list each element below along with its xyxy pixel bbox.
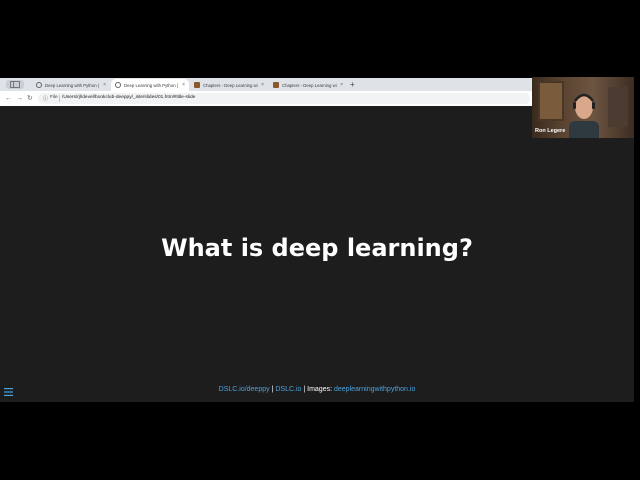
globe-icon <box>36 82 42 88</box>
close-icon[interactable]: × <box>261 82 264 88</box>
tab-chapters-1[interactable]: Chapters - Deep Learning wi × <box>190 79 268 91</box>
book-icon <box>194 82 200 88</box>
new-tab-button[interactable]: + <box>350 79 355 90</box>
tab-title: Deep Learning with Python ( <box>124 82 179 88</box>
slide-viewport: What is deep learning? DSLC.io/deeppy | … <box>0 106 634 402</box>
forward-arrow-icon[interactable]: → <box>16 94 23 103</box>
webcam-overlay: Ron Legere <box>532 77 634 138</box>
reload-icon[interactable]: ↻ <box>27 94 33 103</box>
close-icon[interactable]: × <box>340 82 343 88</box>
tab-deep-learning-1[interactable]: Deep Learning with Python ( × <box>32 79 110 91</box>
footer-link-images[interactable]: deeplearningwithpython.io <box>334 386 415 393</box>
tab-deep-learning-2[interactable]: Deep Learning with Python ( × <box>111 79 189 91</box>
slide-title: What is deep learning? <box>161 234 473 262</box>
sidebar-toggle-button[interactable] <box>6 80 24 89</box>
scheme-label: File <box>50 95 58 100</box>
address-divider <box>59 95 60 102</box>
close-icon[interactable]: × <box>103 82 106 88</box>
tab-title: Chapters - Deep Learning wi <box>203 82 258 88</box>
sidebar-icon <box>10 81 20 88</box>
tab-title: Deep Learning with Python ( <box>45 82 100 88</box>
webcam-window-shutters <box>538 81 564 121</box>
close-icon[interactable]: × <box>182 82 185 88</box>
footer-images-label: Images: <box>307 386 334 393</box>
url-text[interactable]: /Users/rjl/devel/bookclub-deeppy/_site/s… <box>62 95 195 100</box>
tab-title: Chapters - Deep Learning wi <box>282 82 337 88</box>
webcam-shelf <box>608 87 628 127</box>
participant-name: Ron Legere <box>535 128 566 134</box>
globe-icon <box>115 82 121 88</box>
slide-footer: DSLC.io/deeppy | DSLC.io | Images: deepl… <box>0 386 634 393</box>
back-arrow-icon[interactable]: ← <box>5 94 12 103</box>
book-icon <box>273 82 279 88</box>
footer-link-dslc[interactable]: DSLC.io <box>275 386 301 393</box>
tab-chapters-2[interactable]: Chapters - Deep Learning wi × <box>269 79 347 91</box>
footer-link-deeppy[interactable]: DSLC.io/deeppy <box>219 386 270 393</box>
person-avatar <box>569 93 599 138</box>
address-bar[interactable]: ⓘ File /Users/rjl/devel/bookclub-deeppy/… <box>38 93 530 104</box>
info-icon[interactable]: ⓘ <box>43 95 48 102</box>
